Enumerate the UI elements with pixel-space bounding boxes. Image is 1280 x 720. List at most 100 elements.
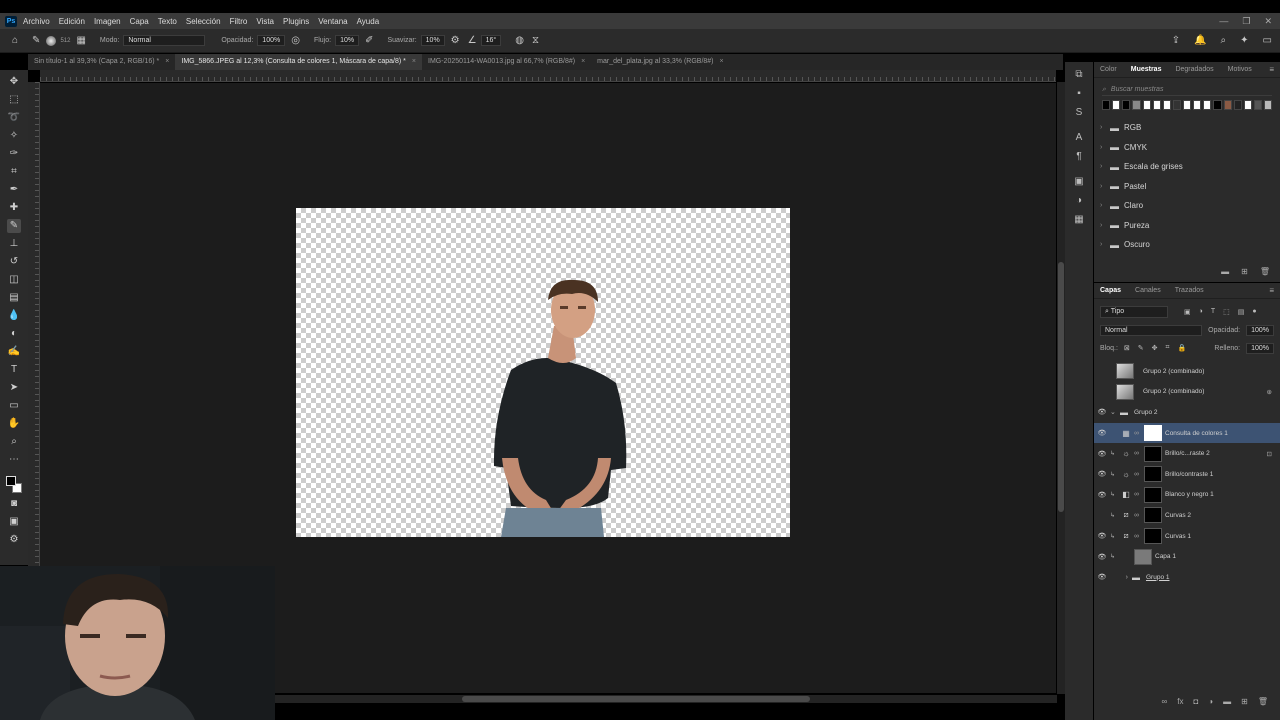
trash-icon[interactable]: 🗑	[1258, 697, 1268, 706]
close-icon[interactable]: ✕	[1264, 13, 1272, 29]
layer-row[interactable]: 👁 ↳ ⧄ ∞ Curvas 1	[1094, 526, 1280, 547]
airbrush-icon[interactable]: ✐	[365, 35, 373, 46]
color-swatch[interactable]	[1162, 100, 1171, 110]
lock-artboard-icon[interactable]: ⌗	[1166, 344, 1170, 352]
adjustment-filter-icon[interactable]: ◑	[1199, 308, 1203, 316]
type-tool-icon[interactable]: T	[7, 363, 21, 377]
panel-menu-icon[interactable]: ≡	[1269, 286, 1274, 295]
swatch-folder-oscuro[interactable]: › ▬ Oscuro	[1094, 235, 1280, 255]
eye-icon[interactable]: 👁	[1094, 491, 1110, 499]
pen-path-tool-icon[interactable]: ✑	[7, 147, 21, 161]
restore-icon[interactable]: ❐	[1242, 13, 1250, 29]
tab-mar-del-plata[interactable]: mar_del_plata.jpg al 33,3% (RGB/8#) ×	[591, 54, 729, 70]
eye-icon[interactable]: 👁	[1094, 532, 1110, 540]
paragraph-style-icon[interactable]: S	[1072, 106, 1086, 120]
vertical-scroll-thumb[interactable]	[1058, 262, 1064, 512]
layer-mask-thumbnail[interactable]	[1144, 486, 1162, 503]
filter-toggle-icon[interactable]: ●	[1252, 308, 1256, 316]
close-icon[interactable]: ×	[720, 58, 724, 65]
swatch-folder-cmyk[interactable]: › ▬ CMYK	[1094, 138, 1280, 158]
clone-stamp-tool-icon[interactable]: ⊥	[7, 237, 21, 251]
swatch-folder-claro[interactable]: › ▬ Claro	[1094, 196, 1280, 216]
chain-link-icon[interactable]: ∞	[1134, 450, 1142, 457]
dodge-tool-icon[interactable]: ◐	[7, 327, 21, 341]
layer-row[interactable]: Grupo 2 (combinado)	[1094, 361, 1280, 382]
smart-object-filter-icon[interactable]: ▤	[1238, 308, 1245, 316]
color-swatch[interactable]	[1264, 100, 1273, 110]
brush-tool-icon[interactable]: ✎	[32, 35, 40, 46]
shape-filter-icon[interactable]: ⬚	[1223, 308, 1230, 316]
close-icon[interactable]: ×	[412, 58, 416, 65]
tab-img-wa0013[interactable]: IMG-20250114-WA0013.jpg al 66,7% (RGB/8#…	[422, 54, 591, 70]
chain-link-icon[interactable]: ∞	[1134, 512, 1142, 519]
swatch-folder-grayscale[interactable]: › ▬ Escala de grises	[1094, 157, 1280, 177]
smoothing-settings-icon[interactable]: ⚙	[451, 35, 460, 46]
home-icon[interactable]: ⌂	[12, 35, 18, 46]
rectangle-tool-icon[interactable]: ▭	[7, 399, 21, 413]
layer-row[interactable]: Grupo 2 (combinado) ⊕	[1094, 382, 1280, 403]
tab-color[interactable]: Color	[1100, 66, 1117, 73]
swatch-search-field[interactable]: ⌕ Buscar muestras	[1102, 84, 1272, 96]
layer-mask-thumbnail[interactable]	[1144, 528, 1162, 545]
symmetry-icon[interactable]: ⧖	[532, 35, 539, 46]
chevron-down-icon[interactable]: ⌄	[1110, 408, 1120, 416]
layer-row[interactable]: 👁 ⌄ ▬ Grupo 2	[1094, 402, 1280, 423]
fx-icon[interactable]: fx	[1177, 697, 1183, 706]
brush-settings-icon[interactable]: ▦	[76, 35, 85, 46]
menu-imagen[interactable]: Imagen	[94, 17, 121, 26]
menu-edicion[interactable]: Edición	[59, 17, 85, 26]
color-swatch[interactable]	[1112, 100, 1121, 110]
horizontal-scrollbar[interactable]	[275, 695, 1057, 703]
color-swatch[interactable]	[1132, 100, 1141, 110]
workspace-icon[interactable]: ▭	[1263, 35, 1272, 46]
eraser-tool-icon[interactable]: ◫	[7, 273, 21, 287]
minimize-icon[interactable]: —	[1219, 13, 1228, 29]
fill-input[interactable]: 100%	[1246, 342, 1274, 354]
close-icon[interactable]: ×	[165, 58, 169, 65]
link-layers-icon[interactable]: ∞	[1162, 697, 1168, 706]
notifications-icon[interactable]: 🔔	[1194, 35, 1206, 46]
hand-tool-icon[interactable]: ✋	[7, 417, 21, 431]
path-selection-tool-icon[interactable]: ➤	[7, 381, 21, 395]
color-swatches[interactable]	[4, 474, 24, 496]
lock-all-icon[interactable]: 🔒	[1177, 344, 1186, 352]
menu-ayuda[interactable]: Ayuda	[357, 17, 380, 26]
color-swatch[interactable]	[1142, 100, 1151, 110]
color-swatch[interactable]	[1102, 100, 1111, 110]
new-adjustment-icon[interactable]: ◑	[1208, 697, 1213, 706]
zoom-tool-icon[interactable]: ⌕	[7, 435, 21, 449]
add-mask-icon[interactable]: ◘	[1193, 697, 1198, 706]
chevron-right-icon[interactable]: ›	[1110, 574, 1132, 581]
tab-motivos[interactable]: Motivos	[1228, 66, 1252, 73]
gradient-tool-icon[interactable]: ▤	[7, 291, 21, 305]
new-swatch-icon[interactable]: ⊞	[1241, 267, 1248, 276]
layer-opacity-input[interactable]: 100%	[1246, 324, 1274, 336]
panel-menu-icon[interactable]: ≡	[1269, 65, 1274, 74]
tab-img-5866[interactable]: IMG_5866.JPEG al 12,3% (Consulta de colo…	[175, 54, 422, 70]
vertical-scrollbar[interactable]	[1057, 82, 1065, 694]
pen-tool-icon[interactable]: ✍	[7, 345, 21, 359]
pressure-opacity-icon[interactable]: ◎	[291, 35, 300, 46]
pressure-size-icon[interactable]: ◍	[515, 35, 524, 46]
swatch-folder-rgb[interactable]: › ▬ RGB	[1094, 118, 1280, 138]
layer-filter-select[interactable]: ⌕ Tipo	[1100, 306, 1168, 318]
lasso-tool-icon[interactable]: ➰	[7, 111, 21, 125]
color-swatch[interactable]	[1152, 100, 1161, 110]
color-swatch[interactable]	[1223, 100, 1232, 110]
mode-select[interactable]: Normal	[123, 35, 206, 46]
eye-icon[interactable]: 👁	[1094, 429, 1110, 437]
opacity-input[interactable]: 100%	[257, 35, 286, 46]
color-swatch[interactable]	[1203, 100, 1212, 110]
blend-mode-select[interactable]: Normal	[1100, 324, 1203, 336]
chain-link-icon[interactable]: ∞	[1134, 471, 1142, 478]
chain-link-icon[interactable]: ∞	[1134, 533, 1142, 540]
layer-mask-thumbnail[interactable]	[1144, 445, 1162, 462]
adjustments-icon[interactable]: ◑	[1072, 194, 1086, 208]
type-filter-icon[interactable]: T	[1211, 308, 1215, 316]
color-swatch[interactable]	[1233, 100, 1242, 110]
chain-link-icon[interactable]: ∞	[1134, 430, 1142, 437]
layer-row[interactable]: 👁 ↳ Capa 1	[1094, 546, 1280, 567]
menu-ventana[interactable]: Ventana	[318, 17, 347, 26]
properties-icon[interactable]: ▦	[1072, 213, 1086, 227]
foreground-color[interactable]	[6, 476, 16, 486]
